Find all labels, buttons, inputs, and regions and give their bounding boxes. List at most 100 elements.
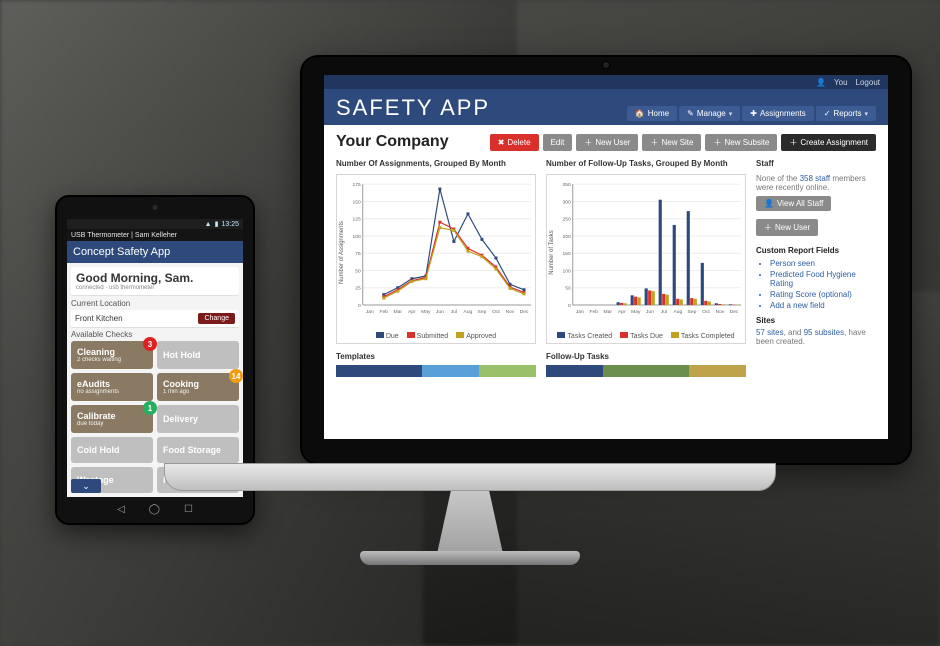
change-location-button[interactable]: Change: [198, 313, 235, 324]
check-tile-eaudits[interactable]: eAuditsno assignments: [71, 373, 153, 401]
svg-text:0: 0: [568, 303, 571, 309]
android-status-bar: ▲ ▮ 13:25: [67, 219, 243, 229]
app-body: Your Company ✖ Delete Edit ＋ New User ＋ …: [324, 125, 888, 439]
crf-title: Custom Report Fields: [756, 246, 876, 255]
create-assignment-button[interactable]: ＋ Create Assignment: [781, 134, 876, 151]
templates-title: Templates: [336, 352, 536, 361]
monitor-camera: [602, 61, 610, 69]
edit-button[interactable]: Edit: [543, 134, 573, 151]
staff-new-user-button[interactable]: ＋ New User: [756, 219, 818, 236]
svg-text:Jun: Jun: [646, 309, 654, 315]
chart-right-title: Number of Follow-Up Tasks, Grouped By Mo…: [546, 159, 746, 168]
svg-text:250: 250: [563, 217, 571, 223]
svg-text:Dec: Dec: [730, 309, 739, 315]
monitor-device: 👤 You Logout SAFETY APP 🏠Home✎Manage▾✚As…: [300, 55, 912, 465]
chart-left-col: Number Of Assignments, Grouped By Month …: [336, 159, 536, 346]
greeting-sub: connected · usb thermometer: [76, 285, 234, 291]
check-tile-food-storage[interactable]: Food Storage: [157, 437, 239, 463]
sites-link[interactable]: 57 sites: [756, 328, 784, 337]
back-icon[interactable]: ◁: [117, 504, 125, 515]
legend-item: Tasks Due: [620, 332, 663, 340]
svg-text:May: May: [421, 309, 431, 315]
crf-item[interactable]: Rating Score (optional): [770, 290, 876, 299]
main-nav: 🏠Home✎Manage▾✚Assignments✓Reports▾: [627, 106, 876, 121]
badge: 1: [143, 401, 157, 415]
svg-text:200: 200: [563, 234, 571, 240]
chart-right-col: Number of Follow-Up Tasks, Grouped By Mo…: [546, 159, 746, 346]
svg-text:350: 350: [563, 182, 571, 188]
svg-text:50: 50: [565, 286, 571, 292]
svg-text:Jul: Jul: [451, 309, 457, 315]
svg-text:May: May: [631, 309, 641, 315]
logout-link[interactable]: Logout: [856, 78, 880, 87]
android-navbar: ◁ ◯ ☐: [67, 501, 243, 517]
followup-legend: Tasks Created Tasks Due Tasks Completed: [547, 330, 745, 343]
svg-text:Number of Tasks: Number of Tasks: [549, 230, 555, 274]
svg-text:300: 300: [563, 199, 571, 205]
sites-title: Sites: [756, 316, 876, 325]
svg-text:Jul: Jul: [661, 309, 667, 315]
new-user-button[interactable]: ＋ New User: [576, 134, 638, 151]
check-tile-delivery[interactable]: Delivery: [157, 405, 239, 433]
legend-item: Tasks Completed: [671, 332, 735, 340]
battery-icon: ▮: [215, 220, 219, 228]
home-icon[interactable]: ◯: [149, 504, 160, 515]
status-time: 13:25: [221, 221, 239, 228]
user-name[interactable]: You: [834, 78, 848, 87]
wifi-icon: ▲: [205, 221, 212, 228]
greeting-text: Good Morning, Sam.: [76, 271, 234, 285]
svg-text:Oct: Oct: [492, 309, 500, 315]
svg-text:25: 25: [355, 286, 361, 292]
badge: 3: [143, 337, 157, 351]
svg-text:Mar: Mar: [604, 309, 613, 315]
crf-item[interactable]: Predicted Food Hygiene Rating: [770, 270, 876, 288]
check-tile-hot-hold[interactable]: Hot Hold: [157, 341, 239, 369]
followup-bar: [546, 365, 746, 377]
crf-item[interactable]: Add a new field: [770, 301, 876, 310]
monitor-screen: 👤 You Logout SAFETY APP 🏠Home✎Manage▾✚As…: [324, 75, 888, 439]
new-site-button[interactable]: ＋ New Site: [642, 134, 701, 151]
nav-home[interactable]: 🏠Home: [627, 106, 677, 121]
svg-text:Dec: Dec: [520, 309, 529, 315]
check-tile-cleaning[interactable]: Cleaning2 checks waiting3: [71, 341, 153, 369]
greeting-card: Good Morning, Sam. connected · usb therm…: [71, 267, 239, 295]
legend-item: Submitted: [407, 332, 449, 340]
svg-text:Oct: Oct: [702, 309, 710, 315]
view-all-staff-button[interactable]: 👤 View All Staff: [756, 196, 831, 211]
subsites-link[interactable]: 95 subsites: [804, 328, 844, 337]
staff-count-link[interactable]: 358 staff: [800, 174, 831, 183]
svg-text:100: 100: [563, 268, 571, 274]
nav-manage[interactable]: ✎Manage▾: [679, 106, 740, 121]
svg-text:Aug: Aug: [674, 309, 683, 315]
user-icon: 👤: [816, 78, 826, 87]
svg-text:Nov: Nov: [716, 309, 725, 315]
legend-item: Due: [376, 332, 399, 340]
new-subsite-button[interactable]: ＋ New Subsite: [705, 134, 777, 151]
expand-button[interactable]: ⌄: [71, 479, 101, 493]
followup-chart: Number of Tasks050100150200250300350JanF…: [546, 174, 746, 344]
recents-icon[interactable]: ☐: [184, 504, 193, 515]
crf-item[interactable]: Person seen: [770, 259, 876, 268]
action-row: ✖ Delete Edit ＋ New User ＋ New Site ＋ Ne…: [490, 134, 876, 151]
svg-text:Jan: Jan: [576, 309, 584, 315]
legend-item: Tasks Created: [557, 332, 612, 340]
assignments-legend: DueSubmittedApproved: [337, 330, 535, 343]
svg-text:Sep: Sep: [688, 309, 697, 315]
monitor-stand: [365, 463, 575, 543]
svg-text:Sep: Sep: [478, 309, 487, 315]
check-tile-cold-hold[interactable]: Cold Hold: [71, 437, 153, 463]
svg-text:175: 175: [353, 182, 361, 188]
check-tile-cooking[interactable]: Cooking1 min ago14: [157, 373, 239, 401]
sites-summary: 57 sites, and 95 subsites, have been cre…: [756, 328, 876, 346]
delete-button[interactable]: ✖ Delete: [490, 134, 539, 151]
nav-reports[interactable]: ✓Reports▾: [816, 106, 876, 121]
location-value: Front Kitchen: [75, 314, 198, 323]
nav-assignments[interactable]: ✚Assignments: [742, 106, 814, 121]
staff-title: Staff: [756, 159, 876, 168]
desktop-app: 👤 You Logout SAFETY APP 🏠Home✎Manage▾✚As…: [324, 75, 888, 439]
page-dots[interactable]: ● ○ ○: [67, 495, 243, 497]
svg-text:0: 0: [358, 303, 361, 309]
templates-section: Templates: [336, 352, 536, 377]
check-tile-calibrate[interactable]: Calibratedue today1: [71, 405, 153, 433]
templates-bar: [336, 365, 536, 377]
